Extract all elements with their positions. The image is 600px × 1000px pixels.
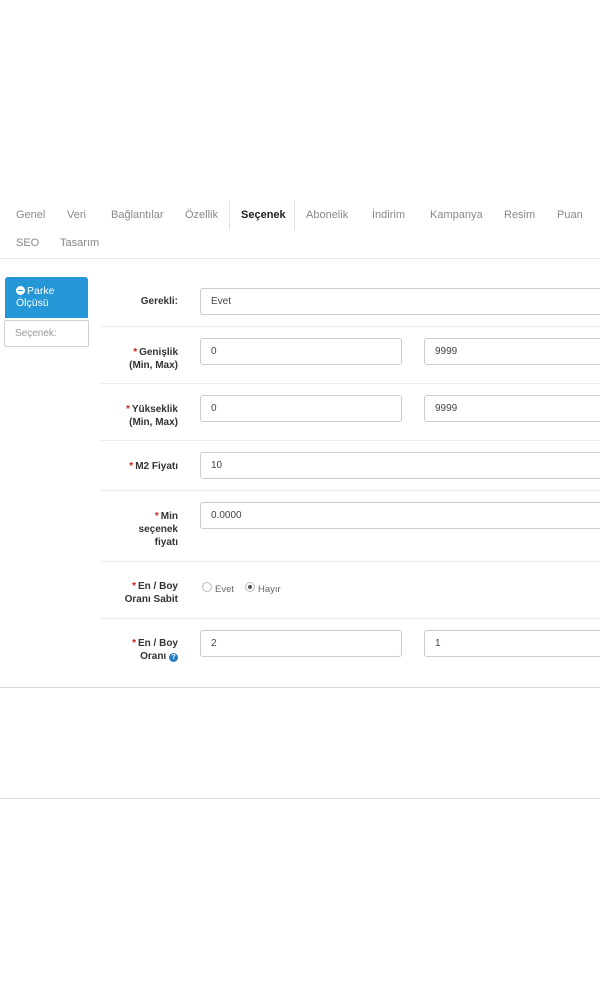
form-row-yukseklik: * Yükseklik (Min, Max) 0 9999 [100,383,600,441]
tab-resim[interactable]: Resim [504,209,535,221]
m2-fiyati-label: * M2 Fiyatı [98,460,178,473]
yukseklik-label-sub: (Min, Max) [129,417,178,428]
en-boy-orani-label: * En / Boy Oranı ? [98,637,178,663]
min-secenek-label-line3: fiyatı [154,537,178,548]
form-row-genislik: * Genişlik (Min, Max) 0 9999 [100,326,600,384]
tab-tasarim[interactable]: Tasarım [60,237,99,249]
radio-hayir[interactable] [245,582,255,592]
tab-ozellik[interactable]: Özellik [185,209,218,221]
form-row-gerekli: Gerekli: Evet [100,277,600,327]
tab-genel[interactable]: Genel [16,209,45,221]
question-circle-icon[interactable]: ? [169,653,178,662]
m2-fiyati-label-text: M2 Fiyatı [135,461,178,472]
min-secenek-fiyati-input[interactable]: 0.0000 [200,502,600,529]
radio-evet[interactable] [202,582,212,592]
tab-indirim[interactable]: İndirim [372,209,405,221]
genislik-max-input[interactable]: 9999 [424,338,600,365]
required-mark: * [125,404,130,415]
yukseklik-min-input[interactable]: 0 [200,395,402,422]
en-boy-orani-label-line2: Oranı [140,651,167,662]
m2-fiyati-input[interactable]: 10 [200,452,600,479]
tab-secenek[interactable]: Seçenek [241,209,286,221]
yukseklik-label-text: Yükseklik [131,404,178,415]
en-boy-sabit-label: * En / Boy Oranı Sabit [98,580,178,606]
radio-hayir-label: Hayır [258,584,281,595]
required-mark: * [133,347,138,358]
tab-seo[interactable]: SEO [16,237,39,249]
form-row-m2-fiyati: * M2 Fiyatı 10 [100,440,600,491]
en-boy-sabit-label-line2: Oranı Sabit [124,594,178,605]
minus-circle-icon[interactable] [16,286,25,295]
radio-evet-label: Evet [215,584,235,595]
required-mark: * [132,638,136,649]
tab-abonelik[interactable]: Abonelik [306,209,348,221]
form-row-min-secenek-fiyati: * Min seçenek fiyatı 0.0000 [100,490,600,562]
required-mark: * [154,511,159,522]
option-parke-olcusu-button[interactable]: Parke Ölçüsü [5,277,88,318]
required-mark: * [132,581,136,592]
form-row-en-boy-orani-sabit: * En / Boy Oranı Sabit Evet Hayır [100,561,600,619]
form-row-en-boy-orani: * En / Boy Oranı ? 2 1 [100,618,600,670]
footer-divider [0,798,600,799]
min-secenek-fiyati-label: * Min seçenek fiyatı [98,510,178,549]
en-boy-sabit-label-line1: En / Boy [137,581,178,592]
genislik-label: * Genişlik (Min, Max) [98,346,178,372]
tab-baglantilar[interactable]: Bağlantılar [111,209,164,221]
yukseklik-label: * Yükseklik (Min, Max) [98,403,178,429]
tab-veri[interactable]: Veri [67,209,86,221]
min-secenek-label-line2: seçenek [138,524,178,535]
option-label-line2: Ölçüsü [16,297,49,309]
en-boy-orani-width-input[interactable]: 2 [200,630,402,657]
genislik-label-sub: (Min, Max) [129,360,178,371]
option-label-line1: Parke [27,285,55,297]
tab-kampanya[interactable]: Kampanya [430,209,483,221]
required-mark: * [129,461,134,472]
section-divider [0,687,600,688]
en-boy-orani-height-input[interactable]: 1 [424,630,600,657]
en-boy-orani-label-line1: En / Boy [137,638,178,649]
min-secenek-label-line1: Min [160,511,178,522]
tab-puan[interactable]: Puan [557,209,583,221]
tab-bar: Genel Veri Bağlantılar Özellik Seçenek A… [0,200,600,259]
genislik-min-input[interactable]: 0 [200,338,402,365]
gerekli-select[interactable]: Evet [200,288,600,315]
genislik-label-text: Genişlik [139,347,178,358]
yukseklik-max-input[interactable]: 9999 [424,395,600,422]
option-search-input[interactable]: Seçenek: [4,320,89,347]
gerekli-label: Gerekli: [140,296,178,307]
